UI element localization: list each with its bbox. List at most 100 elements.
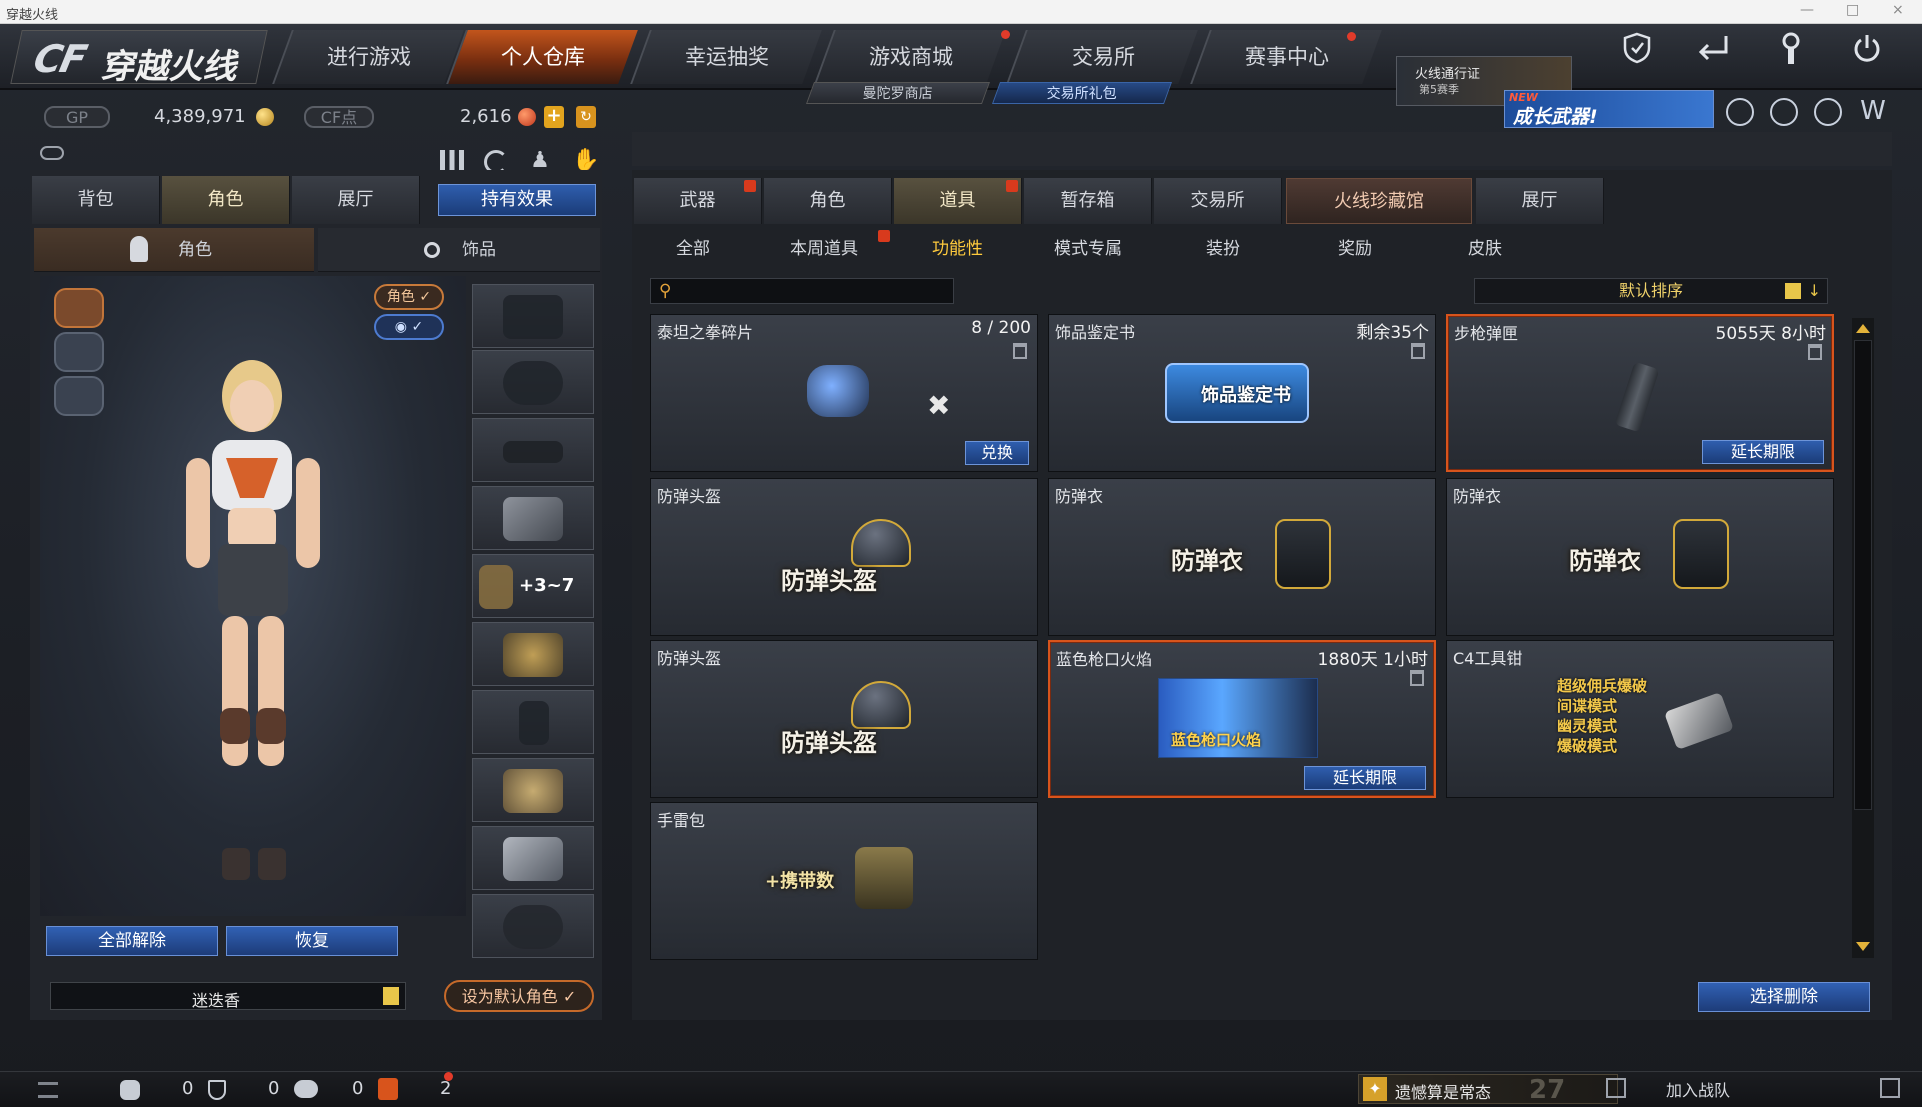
nav-tab-inventory[interactable]: 个人仓库: [446, 30, 638, 84]
left-subtab-character[interactable]: 角色: [34, 228, 314, 272]
item-card[interactable]: 手雷包 +携带数: [650, 802, 1038, 960]
stats-icon[interactable]: [440, 150, 464, 172]
right-tab-characters[interactable]: 角色: [764, 178, 892, 224]
subnav-mandala-shop[interactable]: 曼陀罗商店: [805, 82, 991, 104]
clan-shield-icon[interactable]: [208, 1080, 226, 1100]
unequip-all-button[interactable]: 全部解除: [46, 926, 218, 956]
bird-icon[interactable]: [54, 376, 104, 416]
right-tab-items[interactable]: 道具: [894, 178, 1022, 224]
minimize-button[interactable]: —: [1800, 2, 1814, 18]
refresh-currency-icon[interactable]: ↻: [576, 106, 596, 128]
slot-ring[interactable]: [472, 894, 594, 958]
maximize-button[interactable]: □: [1846, 2, 1859, 18]
character-preview[interactable]: 角色 ✓ ◉ ✓: [40, 276, 466, 916]
slot-pendant[interactable]: [472, 826, 594, 890]
friends-icon[interactable]: [120, 1080, 140, 1100]
nav-tab-lottery[interactable]: 幸运抽奖: [630, 30, 822, 84]
extend-duration-button[interactable]: 延长期限: [1304, 766, 1426, 790]
item-list-scrollbar[interactable]: [1852, 318, 1874, 958]
subtab-dress-up[interactable]: 装扮: [1206, 234, 1240, 259]
left-tab-backpack[interactable]: 背包: [32, 176, 160, 224]
wings-icon[interactable]: W: [1858, 96, 1888, 126]
list-icon[interactable]: [383, 987, 399, 1005]
trash-icon[interactable]: [1411, 343, 1425, 359]
bomb-icon[interactable]: [1814, 98, 1842, 126]
slot-pet[interactable]: [472, 758, 594, 822]
item-card[interactable]: 防弹衣 防弹衣: [1446, 478, 1834, 636]
open-external-icon[interactable]: [1606, 1078, 1626, 1098]
subnav-exchange-pack[interactable]: 交易所礼包: [991, 82, 1173, 104]
extend-duration-button[interactable]: 延长期限: [1702, 440, 1824, 464]
subtab-all[interactable]: 全部: [676, 234, 710, 259]
slot-hat[interactable]: [472, 350, 594, 414]
key-icon[interactable]: [40, 146, 64, 160]
sort-dropdown[interactable]: 默认排序 ↓: [1474, 278, 1828, 304]
exchange-button[interactable]: 兑换: [965, 441, 1029, 465]
trash-icon[interactable]: [1410, 670, 1424, 686]
item-card[interactable]: 泰坦之拳碎片 8 / 200 ✖ 兑换: [650, 314, 1038, 472]
restore-button[interactable]: 恢复: [226, 926, 398, 956]
eagle-icon[interactable]: [54, 288, 104, 328]
left-subtab-accessory[interactable]: 饰品: [318, 228, 600, 272]
open-external-icon[interactable]: [1880, 1078, 1900, 1098]
growth-weapon-banner[interactable]: NEW 成长武器!: [1504, 90, 1714, 128]
scroll-thumb[interactable]: [1854, 340, 1872, 810]
subtab-rewards[interactable]: 奖励: [1338, 234, 1372, 259]
tencent-icon[interactable]: [1726, 98, 1754, 126]
nav-tab-exchange[interactable]: 交易所: [1006, 30, 1198, 84]
close-button[interactable]: ×: [1892, 2, 1904, 18]
menu-icon[interactable]: [38, 1082, 58, 1098]
return-icon[interactable]: [1686, 32, 1740, 76]
select-delete-button[interactable]: 选择删除: [1698, 982, 1870, 1012]
character-name-field[interactable]: 迷迭香: [50, 982, 406, 1010]
right-tab-collection[interactable]: 火线珍藏馆: [1286, 178, 1472, 224]
slot-leg[interactable]: [472, 690, 594, 754]
mask-icon[interactable]: [54, 332, 104, 372]
nav-tab-shop[interactable]: 游戏商城: [814, 30, 1006, 84]
subtab-functional[interactable]: 功能性: [932, 234, 983, 259]
subtab-skins[interactable]: 皮肤: [1468, 234, 1502, 259]
scroll-up-icon[interactable]: [1856, 324, 1870, 333]
nav-tab-play[interactable]: 进行游戏: [272, 30, 464, 84]
item-card[interactable]: 饰品鉴定书 剩余35个 饰品鉴定书: [1048, 314, 1436, 472]
item-card-selected[interactable]: 蓝色枪口火焰 1880天 1小时 蓝色枪口火焰 延长期限: [1048, 640, 1436, 798]
join-clan-link[interactable]: 加入战队: [1666, 1077, 1730, 1101]
right-tab-showroom[interactable]: 展厅: [1476, 178, 1604, 224]
set-default-character-button[interactable]: 设为默认角色 ✓: [444, 980, 594, 1012]
toggle-visibility[interactable]: ◉ ✓: [374, 314, 444, 340]
art-label: 防弹衣: [1569, 547, 1641, 575]
holding-effects-button[interactable]: 持有效果: [438, 184, 596, 216]
scroll-down-icon[interactable]: [1856, 942, 1870, 951]
right-tab-storage[interactable]: 暂存箱: [1024, 178, 1152, 224]
power-icon[interactable]: [1840, 32, 1894, 76]
toggle-character[interactable]: 角色 ✓: [374, 284, 444, 310]
topup-button[interactable]: +: [544, 106, 564, 128]
left-tab-character[interactable]: 角色: [162, 176, 290, 224]
slot-armor-decor[interactable]: [472, 622, 594, 686]
news-ticker[interactable]: ✦ 遗憾算是常态 27: [1358, 1074, 1618, 1105]
trash-icon[interactable]: [1808, 344, 1822, 360]
sort-desc-icon[interactable]: ↓: [1808, 279, 1821, 303]
item-card[interactable]: 防弹头盔 防弹头盔: [650, 640, 1038, 798]
slot-head-accessory[interactable]: [472, 284, 594, 348]
chat-icon[interactable]: [294, 1080, 318, 1098]
slot-glasses[interactable]: [472, 418, 594, 482]
trash-icon[interactable]: [1013, 343, 1027, 359]
subtab-weekly[interactable]: 本周道具: [790, 234, 858, 259]
wrench-icon[interactable]: [1764, 32, 1818, 76]
gift-box-icon[interactable]: [378, 1078, 398, 1100]
right-tab-weapons[interactable]: 武器: [634, 178, 762, 224]
slot-gun-accessory[interactable]: [472, 486, 594, 550]
item-card[interactable]: C4工具钳 超级佣兵爆破 间谍模式 幽灵模式 爆破模式: [1446, 640, 1834, 798]
shield-icon[interactable]: [1610, 32, 1664, 76]
globe-icon[interactable]: [1770, 98, 1798, 126]
slot-backpack[interactable]: +3~7: [472, 554, 594, 618]
right-tab-exchange[interactable]: 交易所: [1154, 178, 1282, 224]
item-card[interactable]: 防弹头盔 防弹头盔: [650, 478, 1038, 636]
item-card[interactable]: 防弹衣 防弹衣: [1048, 478, 1436, 636]
subtab-mode-exclusive[interactable]: 模式专属: [1054, 234, 1122, 259]
search-field[interactable]: [683, 281, 943, 301]
item-card-selected[interactable]: 步枪弹匣 5055天 8小时 延长期限: [1446, 314, 1834, 472]
left-tab-showroom[interactable]: 展厅: [292, 176, 420, 224]
item-search-input[interactable]: ⚲: [650, 278, 954, 304]
